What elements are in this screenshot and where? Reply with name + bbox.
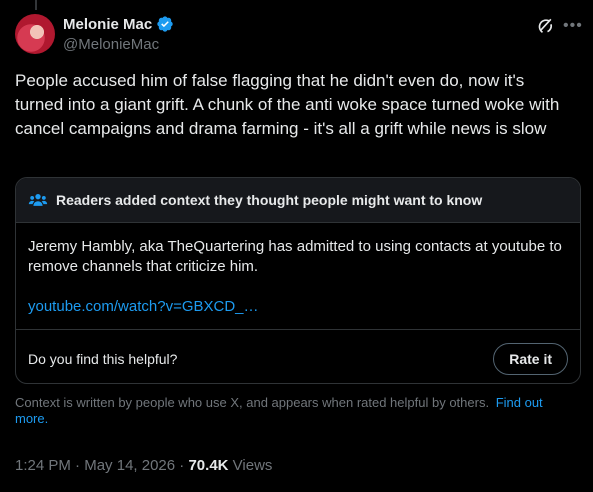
meta-separator: · xyxy=(75,457,81,474)
community-note-source-link[interactable]: youtube.com/watch?v=GBXCD_… xyxy=(28,297,568,317)
community-note-card: Readers added context they thought peopl… xyxy=(15,177,581,384)
context-footnote: Context is written by people who use X, … xyxy=(15,395,575,427)
more-icon[interactable]: ••• xyxy=(563,16,582,36)
meta-separator: · xyxy=(179,457,185,474)
tweet-date[interactable]: May 14, 2026 xyxy=(84,457,175,474)
helpful-question: Do you find this helpful? xyxy=(28,351,178,367)
tweet-text: People accused him of false flagging tha… xyxy=(15,71,560,138)
tweet-meta: 1:24 PM · May 14, 2026 · 70.4K Views xyxy=(15,457,272,474)
community-note-title: Readers added context they thought peopl… xyxy=(56,192,483,208)
grok-icon[interactable] xyxy=(535,16,555,36)
community-note-text: Jeremy Hambly, aka TheQuartering has adm… xyxy=(28,238,562,275)
tweet-time[interactable]: 1:24 PM xyxy=(15,457,71,474)
people-icon xyxy=(28,194,48,206)
verified-badge-icon[interactable] xyxy=(156,15,174,33)
views-label: Views xyxy=(232,457,273,474)
author-handle[interactable]: @MelonieMac xyxy=(63,36,159,53)
community-note-body: Jeremy Hambly, aka TheQuartering has adm… xyxy=(16,223,580,330)
avatar[interactable] xyxy=(15,14,55,54)
thread-line xyxy=(35,0,37,10)
views-count: 70.4K xyxy=(188,457,229,474)
community-note-footer: Do you find this helpful? Rate it xyxy=(16,330,580,383)
author-name-row: Melonie Mac xyxy=(63,15,174,33)
rate-it-button[interactable]: Rate it xyxy=(493,343,568,375)
community-note-header: Readers added context they thought peopl… xyxy=(16,178,580,223)
author-display-name[interactable]: Melonie Mac xyxy=(63,16,152,33)
context-footnote-text: Context is written by people who use X, … xyxy=(15,395,490,410)
